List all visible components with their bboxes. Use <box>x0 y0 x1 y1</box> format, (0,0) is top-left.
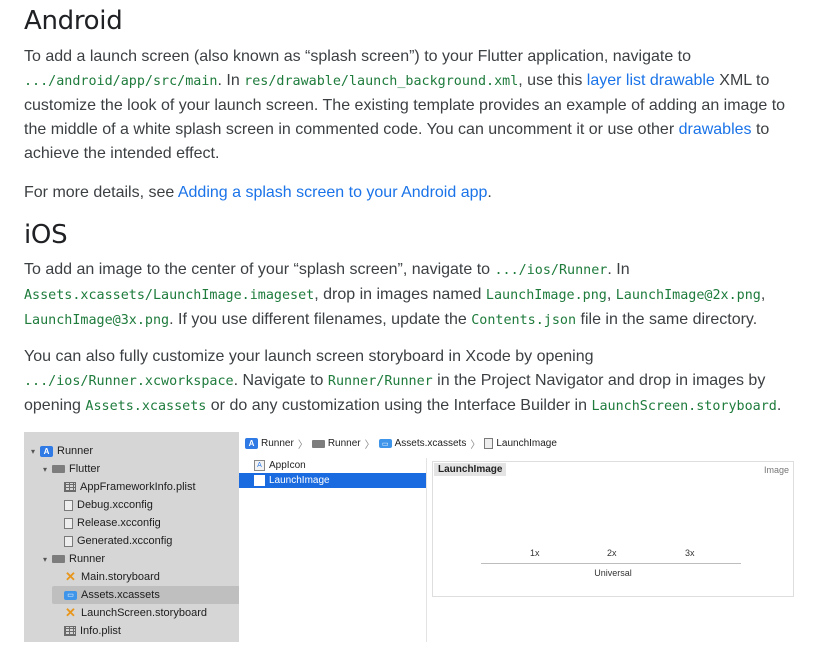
android-splash-link[interactable]: Adding a splash screen to your Android a… <box>178 184 488 201</box>
navigator-item-label: Runner <box>57 445 94 457</box>
folder-icon <box>311 439 325 448</box>
code-launch-background: res/drawable/launch_background.xml <box>244 74 519 89</box>
image-set-icon <box>254 475 265 486</box>
asset-catalog-icon: ▭ <box>378 439 392 448</box>
android-heading: Android <box>24 6 123 36</box>
navigator-item-label: Debug.xcconfig <box>77 499 153 511</box>
breadcrumb-item[interactable]: LaunchImage <box>496 438 557 449</box>
image-set-title: LaunchImage <box>434 463 507 476</box>
breadcrumb-item[interactable]: Runner <box>328 438 361 449</box>
layer-list-drawable-link[interactable]: layer list drawable <box>587 72 715 89</box>
navigator-item-label: Main.storyboard <box>81 571 160 583</box>
image-set-kind: Image <box>763 465 789 475</box>
code-android-path: .../android/app/src/main <box>24 74 218 89</box>
image-set-icon <box>484 438 494 449</box>
idiom-label: Universal <box>594 568 632 578</box>
disclosure-triangle-icon[interactable]: ▾ <box>28 447 38 456</box>
storyboard-icon: ✕ <box>65 605 76 620</box>
navigator-item[interactable]: Info.plist <box>24 622 267 640</box>
navigator-item-label: Flutter <box>69 463 101 475</box>
navigator-item-label: Assets.xcassets <box>81 589 160 601</box>
image-set-detail: LaunchImage Image 1x 2x 3x Universal <box>432 461 794 597</box>
navigator-item[interactable]: Generated.xcconfig <box>24 532 267 550</box>
navigator-item-label: AppFrameworkInfo.plist <box>80 481 196 493</box>
app-icon-set-icon: A <box>254 460 265 471</box>
ios-heading: iOS <box>24 220 68 250</box>
chevron-right-icon: 〉 <box>297 440 308 451</box>
code-launchimage: LaunchImage.png <box>485 288 607 303</box>
asset-catalog-icon: ▭ <box>64 590 77 600</box>
slot-1x[interactable]: 1x <box>530 548 540 558</box>
navigator-item-label: Release.xcconfig <box>77 517 161 529</box>
config-file-icon <box>64 499 73 511</box>
code-launchscreen: LaunchScreen.storyboard <box>591 399 777 414</box>
code-contents-json: Contents.json <box>471 313 577 328</box>
navigator-item[interactable]: ▭ Assets.xcassets <box>24 586 267 604</box>
navigator-item[interactable]: AppFrameworkInfo.plist <box>24 478 267 496</box>
navigator-item[interactable]: ▾ Runner <box>24 550 255 568</box>
navigator-item-label: LaunchScreen.storyboard <box>81 607 207 619</box>
folder-icon <box>52 465 65 473</box>
disclosure-triangle-icon[interactable]: ▾ <box>40 465 50 474</box>
asset-item-launchimage[interactable]: LaunchImage <box>239 473 426 488</box>
ios-paragraph-2: You can also fully customize your launch… <box>24 348 782 414</box>
project-icon: A <box>40 445 53 457</box>
xcode-screenshot: ▾ A Runner ▾ Flutter AppFrameworkInfo.plist De… <box>24 432 796 642</box>
code-assets-xcassets: Assets.xcassets <box>85 399 207 414</box>
chevron-right-icon: 〉 <box>470 440 481 451</box>
code-launchimage-3x: LaunchImage@3x.png <box>24 313 170 328</box>
breadcrumb-item[interactable]: Runner <box>261 438 294 449</box>
navigator-item[interactable]: Debug.xcconfig <box>24 496 267 514</box>
navigator-item[interactable]: Release.xcconfig <box>24 514 267 532</box>
breadcrumb: A Runner 〉 Runner 〉 ▭ Assets.xcassets 〉 … <box>245 436 557 451</box>
slot-divider <box>481 563 741 564</box>
code-ios-runner: .../ios/Runner <box>494 263 608 278</box>
slot-2x[interactable]: 2x <box>607 548 617 558</box>
android-paragraph-1: To add a launch screen (also known as “s… <box>24 48 786 162</box>
drawables-link[interactable]: drawables <box>679 121 752 138</box>
ios-paragraph-1: To add an image to the center of your “s… <box>24 261 766 328</box>
breadcrumb-item[interactable]: Assets.xcassets <box>395 438 467 449</box>
project-icon: A <box>245 438 258 449</box>
chevron-right-icon: 〉 <box>364 440 375 451</box>
navigator-item-label: Runner <box>69 553 106 565</box>
config-file-icon <box>64 535 73 547</box>
android-paragraph-2: For more details, see Adding a splash sc… <box>24 184 492 201</box>
disclosure-triangle-icon[interactable]: ▾ <box>40 555 50 564</box>
asset-catalog-editor: A Runner 〉 Runner 〉 ▭ Assets.xcassets 〉 … <box>239 432 796 642</box>
plist-icon <box>64 482 76 492</box>
slot-3x[interactable]: 3x <box>685 548 695 558</box>
code-xcworkspace: .../ios/Runner.xcworkspace <box>24 374 234 389</box>
navigator-item[interactable]: ✕ LaunchScreen.storyboard <box>24 604 267 622</box>
asset-item-appicon[interactable]: A AppIcon <box>239 458 426 473</box>
project-navigator: ▾ A Runner ▾ Flutter AppFrameworkInfo.plist De… <box>24 432 258 642</box>
config-file-icon <box>64 517 73 529</box>
asset-list: A AppIcon LaunchImage <box>239 458 427 642</box>
code-launchimage-2x: LaunchImage@2x.png <box>615 288 761 303</box>
code-imageset: Assets.xcassets/LaunchImage.imageset <box>24 288 315 303</box>
navigator-item-label: Info.plist <box>80 625 121 637</box>
navigator-item-label: Generated.xcconfig <box>77 535 173 547</box>
storyboard-icon: ✕ <box>65 569 76 584</box>
folder-icon <box>52 555 65 563</box>
navigator-item[interactable]: ✕ Main.storyboard <box>24 568 267 586</box>
plist-icon <box>64 626 76 636</box>
navigator-item[interactable]: ▾ Flutter <box>24 460 255 478</box>
code-runner-runner: Runner/Runner <box>327 374 433 389</box>
navigator-item[interactable]: ▾ A Runner <box>24 442 243 460</box>
